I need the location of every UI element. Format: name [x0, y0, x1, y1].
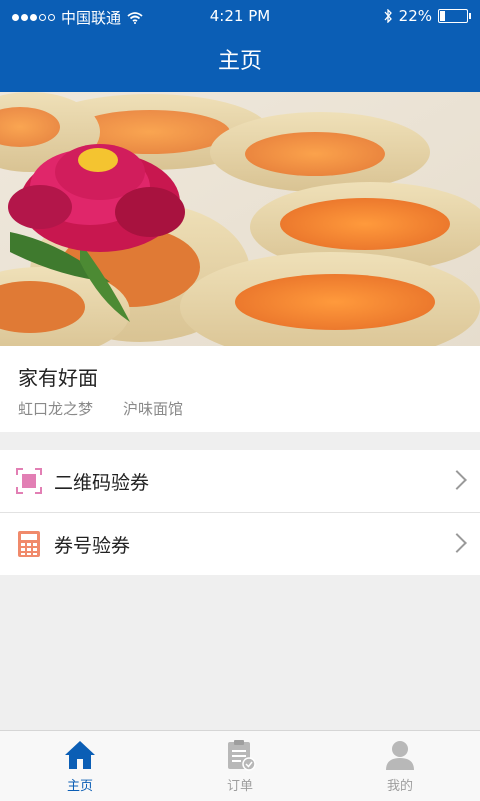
status-right: 22%: [383, 7, 471, 25]
tab-orders-label: 订单: [226, 779, 253, 794]
restaurant-category: 沪味面馆: [123, 400, 184, 418]
home-icon: [65, 741, 95, 769]
status-bar: 中国联通 4:21 PM 22%: [0, 0, 480, 32]
chevron-right-icon: [447, 533, 467, 553]
qr-verify-button[interactable]: 二维码验券: [0, 450, 480, 513]
calculator-icon: [16, 531, 42, 557]
chevron-right-icon: [447, 470, 467, 490]
user-icon: [386, 741, 414, 770]
restaurant-tags: 虹口龙之梦 沪味面馆: [18, 398, 183, 419]
tab-home-label: 主页: [66, 779, 93, 794]
qr-scan-icon: [16, 468, 42, 494]
restaurant-location: 虹口龙之梦: [18, 400, 94, 418]
tab-me[interactable]: 我的: [320, 731, 480, 801]
tab-me-label: 我的: [386, 779, 413, 794]
order-icon: [228, 740, 256, 771]
restaurant-name: 家有好面: [18, 366, 98, 390]
tab-home[interactable]: 主页: [0, 731, 160, 801]
code-verify-button[interactable]: 券号验券: [0, 513, 480, 575]
tab-bar: 主页 订单 我的: [0, 730, 480, 801]
qr-verify-label: 二维码验券: [54, 471, 150, 494]
restaurant-hero-image: [0, 92, 480, 346]
bluetooth-icon: [384, 9, 392, 23]
battery-percent: 22%: [398, 7, 432, 25]
nav-title: 主页: [0, 32, 480, 92]
restaurant-info: 家有好面 虹口龙之梦 沪味面馆: [0, 346, 480, 432]
action-menu: 二维码验券 券号验券: [0, 450, 480, 575]
tab-orders[interactable]: 订单: [160, 731, 320, 801]
code-verify-label: 券号验券: [54, 534, 131, 557]
battery-icon: [438, 9, 471, 23]
